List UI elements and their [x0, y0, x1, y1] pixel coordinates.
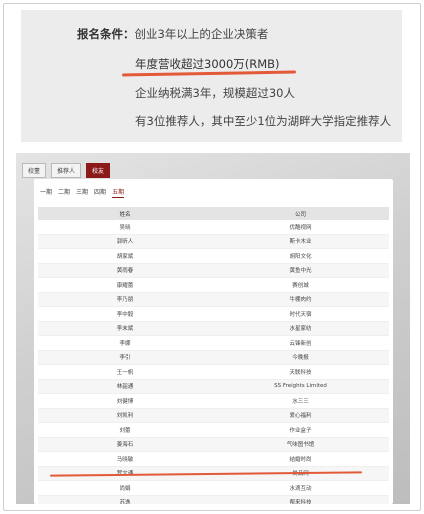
- alumni-table: 姓名 公司 吴晓 优酷视网 郭昕人 斯卡木业 胡家斌 胡阳文化 黄雨春 黄鱼中光 康耀蕾 赛创城李…: [38, 207, 389, 504]
- cell-name: 尚娟: [38, 480, 212, 496]
- table-row: 姜海石 气味图书馆: [38, 437, 389, 452]
- condition-2-text: 年度营收超过3000万(RMB): [135, 57, 280, 71]
- cell-name: 刘蕾: [38, 422, 212, 438]
- cell-company: 赛创城: [212, 277, 389, 293]
- table-row: 刘健博 水三三: [38, 393, 389, 409]
- table-row: 刘蕾 作业盒子: [38, 422, 389, 438]
- cell-company: 水滴互动: [212, 480, 389, 496]
- table-row: 林韶通 SS Freights Limited: [38, 379, 389, 394]
- cell-name: 李末斌: [38, 321, 212, 336]
- cell-name: 刘凯利: [38, 408, 212, 423]
- table-row: 李末斌 水星家纺: [38, 321, 389, 336]
- cell-company: 时代天宿: [212, 306, 389, 322]
- cell-company: 今晚报: [212, 350, 389, 365]
- tab-directors[interactable]: 校董: [22, 163, 47, 178]
- cell-name: 李乃朋: [38, 292, 212, 307]
- cell-company: SS Freights Limited: [212, 379, 389, 394]
- condition-4-text: 有3位推荐人，其中至少1位为湖畔大学指定推荐人: [135, 114, 392, 128]
- table-row: 李中毅 时代天宿: [38, 306, 389, 322]
- alumni-panel: 一期 二期 三期 四期 五期 姓名 公司 吴晓 优酷视网 郭昕人 斯卡木业 胡家斌 胡阳文化 黄雨春…: [34, 179, 393, 504]
- cell-name: 刘健博: [38, 393, 212, 409]
- table-row: 康耀蕾 赛创城: [38, 277, 389, 293]
- table-row: 胡家斌 胡阳文化: [38, 248, 389, 264]
- table-row: 吴晓 优酷视网: [38, 220, 389, 235]
- cell-company: 结婚时尚: [212, 451, 389, 467]
- table-row: 郭昕人 斯卡木业: [38, 234, 389, 249]
- cell-company: 优酷视网: [212, 220, 389, 235]
- cell-name: 吴晓: [38, 220, 212, 235]
- cell-name: 李娜: [38, 335, 212, 351]
- table-row: 尚娟 水滴互动: [38, 480, 389, 496]
- cell-company: 胡阳文化: [212, 248, 389, 264]
- table-row: 李乃朋 牛棚肉约: [38, 292, 389, 307]
- cell-name: 苏逸: [38, 495, 212, 504]
- condition-3-text: 企业纳税满3年，规模超过30人: [135, 86, 295, 100]
- cell-name: 李引: [38, 350, 212, 365]
- table-row: 王一帆 天联科技: [38, 364, 389, 380]
- cell-name: 黄雨春: [38, 263, 212, 278]
- cell-company: 水三三: [212, 393, 389, 409]
- table-row: 李娜 云锋新创: [38, 335, 389, 351]
- condition-1-text: 创业3年以上的企业决策者: [134, 27, 269, 41]
- cell-company: 天联科技: [212, 364, 389, 380]
- cell-company: 作业盒子: [212, 422, 389, 438]
- cell-company: 爱心福利: [212, 408, 389, 423]
- cell-name: 姜海石: [38, 437, 212, 452]
- tab-class-1[interactable]: 一期: [40, 187, 52, 197]
- cell-name: 郭昕人: [38, 234, 212, 249]
- class-year-tabs: 一期 二期 三期 四期 五期: [40, 187, 130, 198]
- alumni-page-screenshot: 校董 推荐人 校友 一期 二期 三期 四期 五期 姓名 公司 吴晓 优酷视网 郭昕人 斯卡木业 胡家…: [16, 153, 410, 504]
- cell-name: 康耀蕾: [38, 277, 212, 293]
- tab-recommenders[interactable]: 推荐人: [51, 163, 82, 178]
- cell-company: 牛棚肉约: [212, 292, 389, 307]
- cell-name: 李中毅: [38, 306, 212, 322]
- tab-class-5[interactable]: 五期: [112, 187, 125, 198]
- tab-class-2[interactable]: 二期: [58, 187, 70, 197]
- registration-conditions-card: 报名条件：创业3年以上的企业决策者 年度营收超过3000万(RMB) 企业纳税满…: [21, 10, 402, 142]
- conditions-label: 报名条件：: [77, 27, 135, 41]
- tab-class-3[interactable]: 三期: [76, 187, 88, 197]
- column-header-name: 姓名: [38, 207, 212, 220]
- category-tabs: 校董 推荐人 校友: [22, 158, 115, 178]
- cell-company: 帮来科技: [212, 495, 389, 504]
- cell-name: 王一帆: [38, 364, 212, 380]
- cell-company: 斯卡木业: [212, 234, 389, 249]
- table-row: 马晓敏 结婚时尚: [38, 451, 389, 467]
- cell-company: 黄鱼中光: [212, 263, 389, 278]
- cell-name: 马晓敏: [38, 451, 212, 467]
- table-header-row: 姓名 公司: [38, 207, 389, 220]
- table-row: 刘凯利 爱心福利: [38, 408, 389, 423]
- cell-name: 林韶通: [38, 379, 212, 394]
- condition-row-1: 报名条件：创业3年以上的企业决策者: [77, 26, 268, 42]
- column-header-company: 公司: [212, 207, 389, 220]
- cell-company: 气味图书馆: [212, 437, 389, 452]
- table-row: 苏逸 帮来科技: [38, 495, 389, 504]
- cell-company: 水星家纺: [212, 321, 389, 336]
- tab-class-4[interactable]: 四期: [94, 187, 106, 197]
- table-row: 黄雨春 黄鱼中光: [38, 263, 389, 278]
- table-row: 李引 今晚报: [38, 350, 389, 365]
- cell-name: 胡家斌: [38, 248, 212, 264]
- cell-company: 云锋新创: [212, 335, 389, 351]
- tab-alumni[interactable]: 校友: [86, 163, 111, 178]
